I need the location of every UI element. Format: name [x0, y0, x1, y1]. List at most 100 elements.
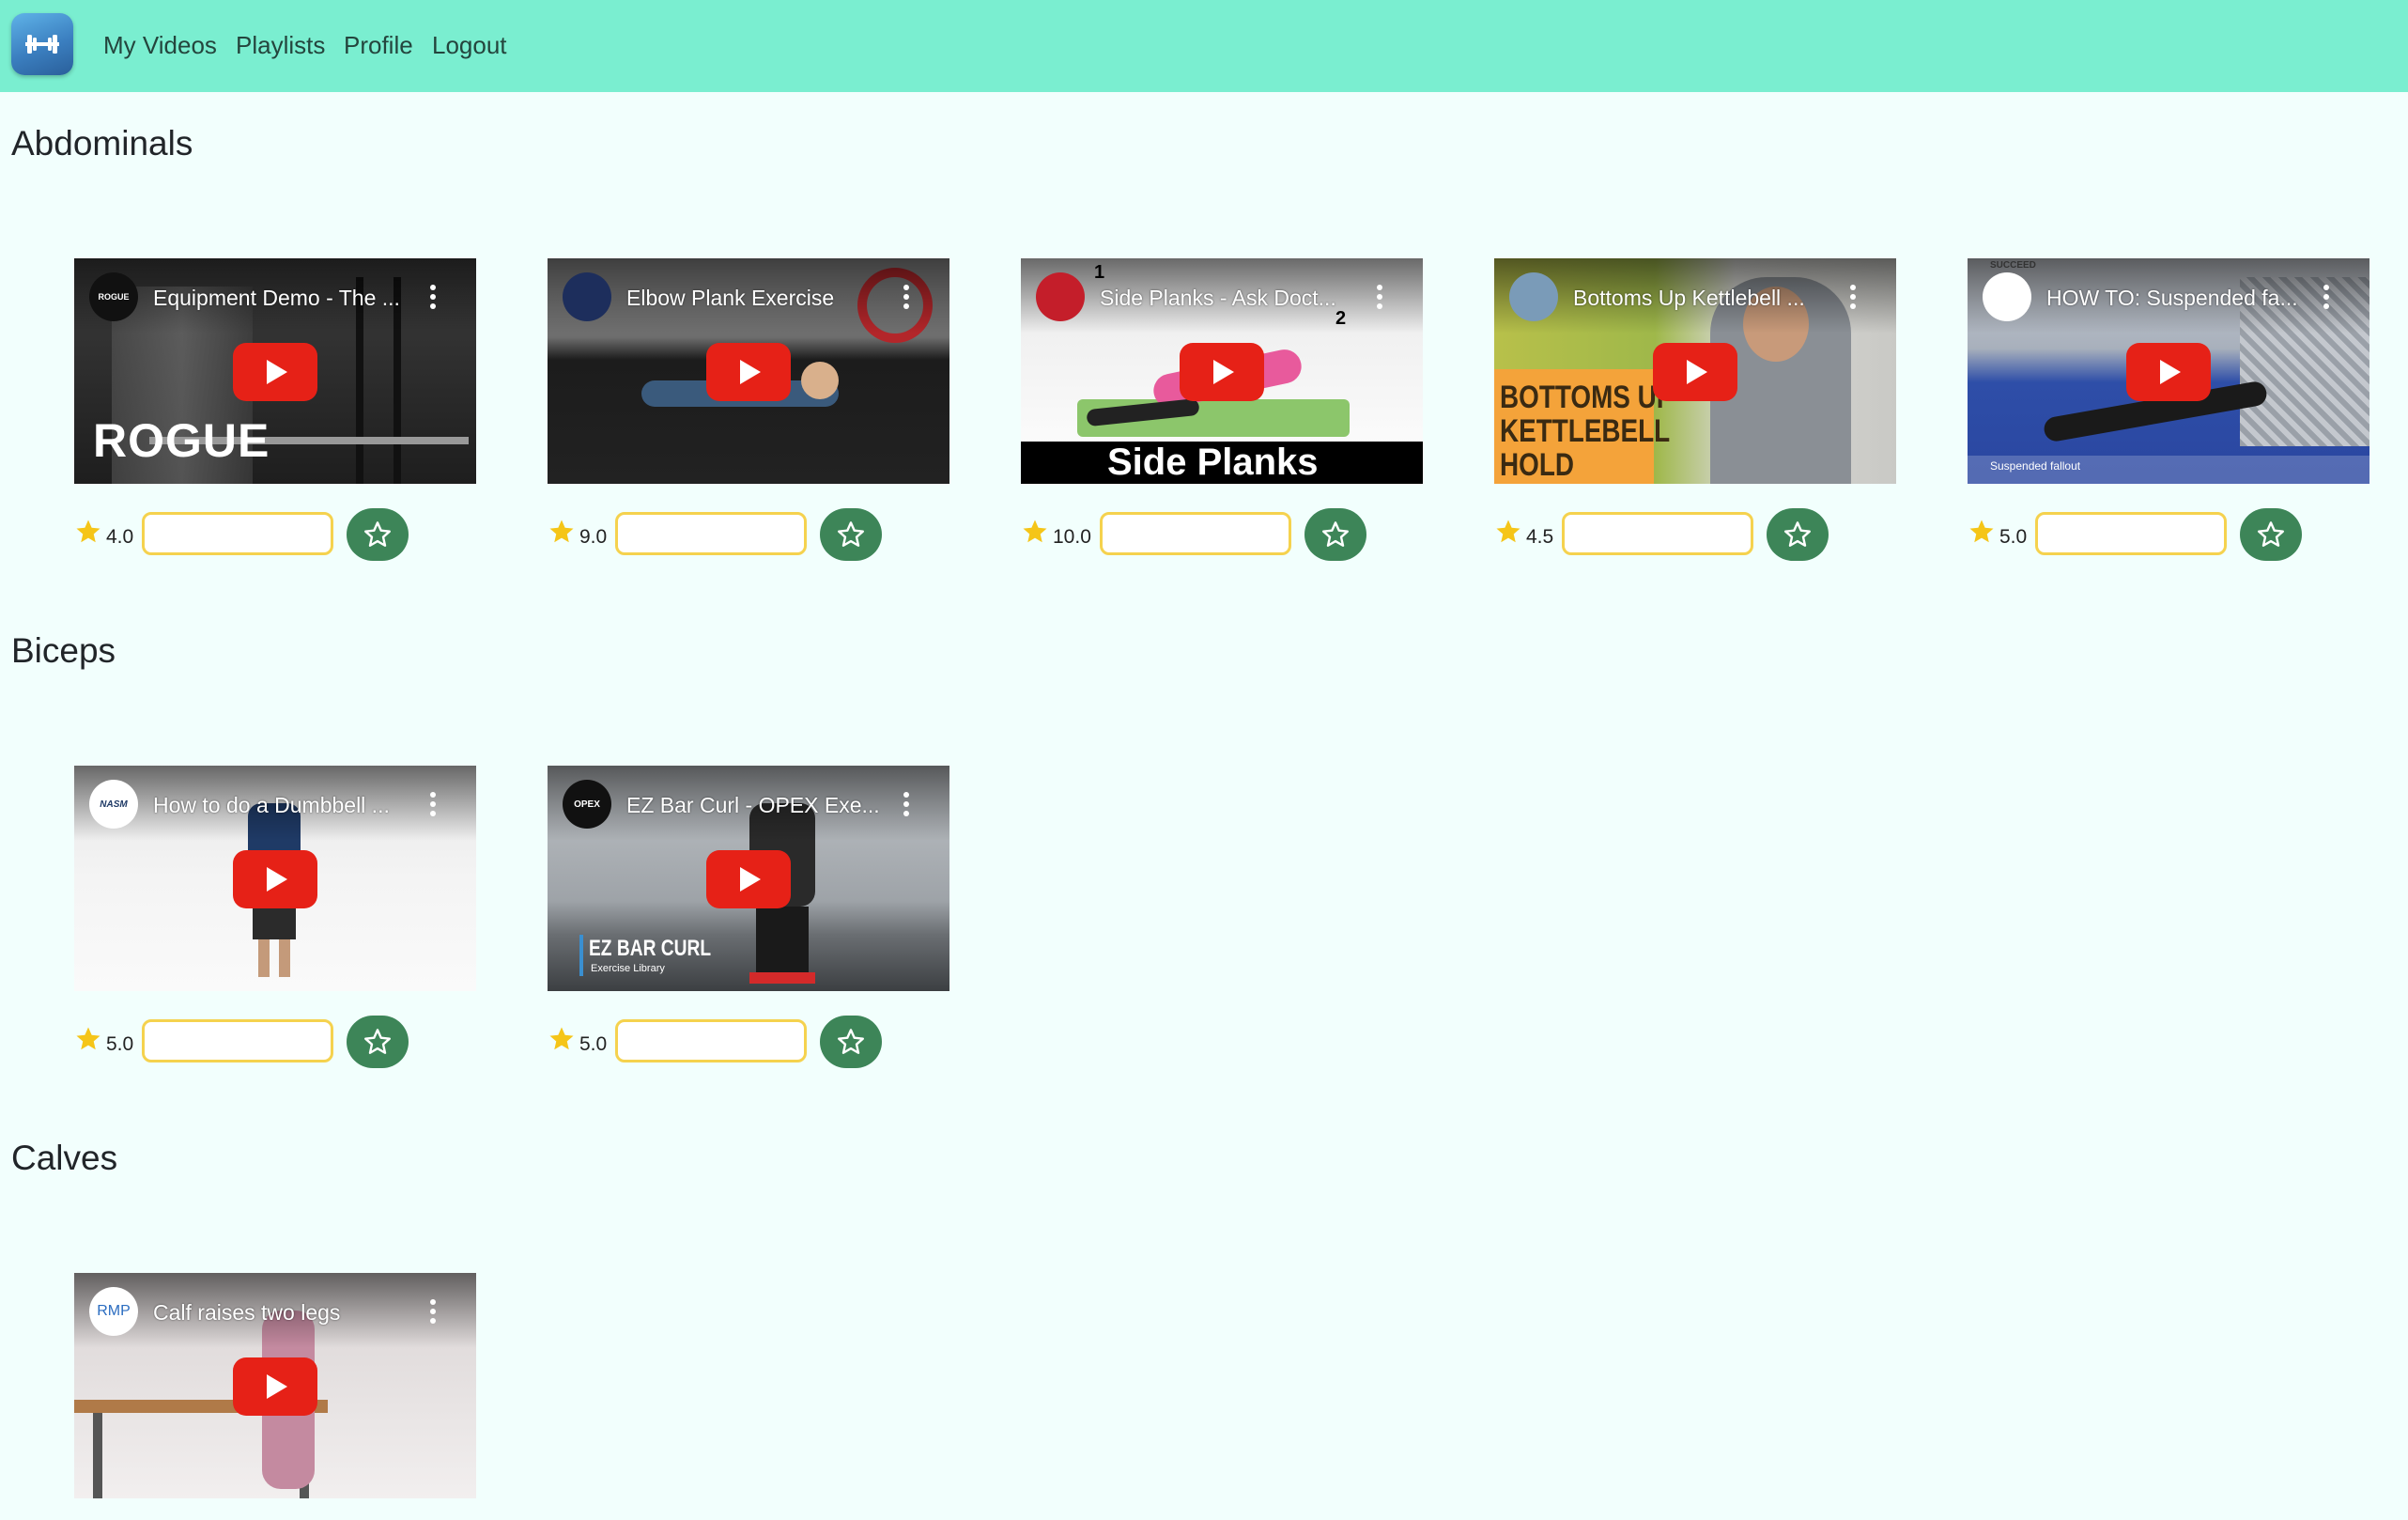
kebab-menu-icon[interactable] [1370, 281, 1389, 313]
nav-profile[interactable]: Profile [344, 29, 413, 61]
kebab-menu-icon[interactable] [424, 1295, 442, 1327]
star-outline-icon [364, 521, 392, 547]
star-filled-icon [549, 520, 574, 543]
star-filled-icon [76, 520, 100, 543]
star-filled-icon [1969, 520, 1994, 543]
rating-input[interactable] [615, 512, 807, 555]
star-outline-icon [1784, 521, 1812, 547]
thumbnail-overlay-line: KETTLEBELL [1500, 413, 1671, 449]
video-thumbnail[interactable]: Side Planks - Ask Doct... 1 2 Side Plank… [1021, 258, 1423, 484]
youtube-play-icon[interactable] [706, 343, 791, 401]
channel-avatar [1983, 272, 2031, 321]
channel-avatar: OPEX [563, 780, 611, 829]
rating-row: 5.0 [548, 1016, 949, 1068]
rating-value: 5.0 [579, 1033, 608, 1055]
favorite-button[interactable] [1767, 508, 1829, 561]
rating-input[interactable] [142, 512, 333, 555]
nav-logout[interactable]: Logout [432, 29, 507, 61]
kebab-menu-icon[interactable] [897, 788, 916, 820]
brand-label: SUCCEED [1990, 260, 2036, 271]
rating-row: 4.0 [74, 508, 476, 561]
video-thumbnail[interactable]: NASM How to do a Dumbbell ... [74, 766, 476, 991]
rating-value: 5.0 [1999, 526, 2028, 548]
youtube-play-icon[interactable] [706, 850, 791, 908]
thumbnail-overlay-text: Side Planks [1107, 442, 1319, 483]
rating-input[interactable] [1562, 512, 1753, 555]
rating-value: 10.0 [1053, 526, 1091, 548]
channel-avatar: ROGUE [89, 272, 138, 321]
video-thumbnail[interactable]: Bottoms Up Kettlebell ... BOTTOMS UP KET… [1494, 258, 1896, 484]
video-title: Calf raises two legs [153, 1300, 341, 1325]
youtube-play-icon[interactable] [233, 343, 317, 401]
section-title-biceps: Biceps [11, 631, 116, 670]
video-thumbnail[interactable]: ROGUE Equipment Demo - The ... ROGUE [74, 258, 476, 484]
video-thumbnail[interactable]: OPEX EZ Bar Curl - OPEX Exe... EZ BAR CU… [548, 766, 949, 991]
kebab-menu-icon[interactable] [897, 281, 916, 313]
favorite-button[interactable] [347, 508, 409, 561]
video-title: EZ Bar Curl - OPEX Exe... [626, 793, 880, 817]
navbar: My Videos Playlists Profile Logout [0, 0, 2408, 92]
channel-avatar [563, 272, 611, 321]
rating-row: 10.0 [1021, 508, 1423, 561]
thumbnail-overlay-line: HOLD [1500, 447, 1574, 483]
kebab-menu-icon[interactable] [424, 281, 442, 313]
youtube-play-icon[interactable] [1180, 343, 1264, 401]
rating-input[interactable] [1100, 512, 1291, 555]
thumbnail-mark: 1 [1094, 262, 1105, 283]
channel-avatar: NASM [89, 780, 138, 829]
nav-playlists[interactable]: Playlists [236, 29, 325, 61]
youtube-play-icon[interactable] [233, 850, 317, 908]
kebab-menu-icon[interactable] [2317, 281, 2336, 313]
rating-row: 9.0 [548, 508, 949, 561]
star-filled-icon [76, 1027, 100, 1050]
favorite-button[interactable] [820, 508, 882, 561]
star-outline-icon [1322, 521, 1350, 547]
favorite-button[interactable] [347, 1016, 409, 1068]
video-title: Side Planks - Ask Doct... [1100, 286, 1336, 310]
rating-value: 4.0 [106, 526, 134, 548]
rating-value: 5.0 [106, 1033, 134, 1055]
thumbnail-overlay-line: EZ BAR CURL [589, 936, 712, 961]
favorite-button[interactable] [2240, 508, 2302, 561]
channel-avatar [1509, 272, 1558, 321]
star-filled-icon [549, 1027, 574, 1050]
thumbnail-mark: 2 [1335, 308, 1347, 329]
video-thumbnail[interactable]: Elbow Plank Exercise [548, 258, 949, 484]
video-title: Elbow Plank Exercise [626, 286, 835, 310]
star-outline-icon [838, 1029, 865, 1054]
thumbnail-overlay-text: ROGUE [93, 414, 270, 467]
kebab-menu-icon[interactable] [1844, 281, 1862, 313]
video-title: Bottoms Up Kettlebell ... [1573, 286, 1805, 310]
rating-input[interactable] [615, 1019, 807, 1062]
rating-input[interactable] [142, 1019, 333, 1062]
rating-input[interactable] [2035, 512, 2227, 555]
dumbbell-icon[interactable] [11, 13, 73, 75]
youtube-play-icon[interactable] [2126, 343, 2211, 401]
kebab-menu-icon[interactable] [424, 788, 442, 820]
rating-row: 5.0 [74, 1016, 476, 1068]
thumbnail-overlay-line: BOTTOMS UP [1500, 380, 1675, 415]
nav-my-videos[interactable]: My Videos [103, 29, 217, 61]
youtube-play-icon[interactable] [1653, 343, 1737, 401]
video-title: Equipment Demo - The ... [153, 286, 400, 310]
video-title: HOW TO: Suspended fa... [2046, 286, 2298, 310]
section-title-calves: Calves [11, 1139, 118, 1177]
star-filled-icon [1496, 520, 1520, 543]
rating-value: 9.0 [579, 526, 608, 548]
thumbnail-overlay-line: Exercise Library [591, 963, 665, 974]
star-outline-icon [364, 1029, 392, 1054]
thumbnail-caption: Suspended fallout [1990, 459, 2081, 473]
favorite-button[interactable] [820, 1016, 882, 1068]
youtube-play-icon[interactable] [233, 1357, 317, 1416]
video-title: How to do a Dumbbell ... [153, 793, 390, 817]
video-thumbnail[interactable]: RMP Calf raises two legs [74, 1273, 476, 1498]
rating-value: 4.5 [1526, 526, 1554, 548]
star-outline-icon [838, 521, 865, 547]
channel-avatar [1036, 272, 1085, 321]
rating-row: 5.0 [1968, 508, 2369, 561]
section-title-abdominals: Abdominals [11, 124, 193, 163]
favorite-button[interactable] [1304, 508, 1366, 561]
star-outline-icon [2258, 521, 2285, 547]
star-filled-icon [1023, 520, 1047, 543]
video-thumbnail[interactable]: SUCCEED HOW TO: Suspended fa... Suspende… [1968, 258, 2369, 484]
